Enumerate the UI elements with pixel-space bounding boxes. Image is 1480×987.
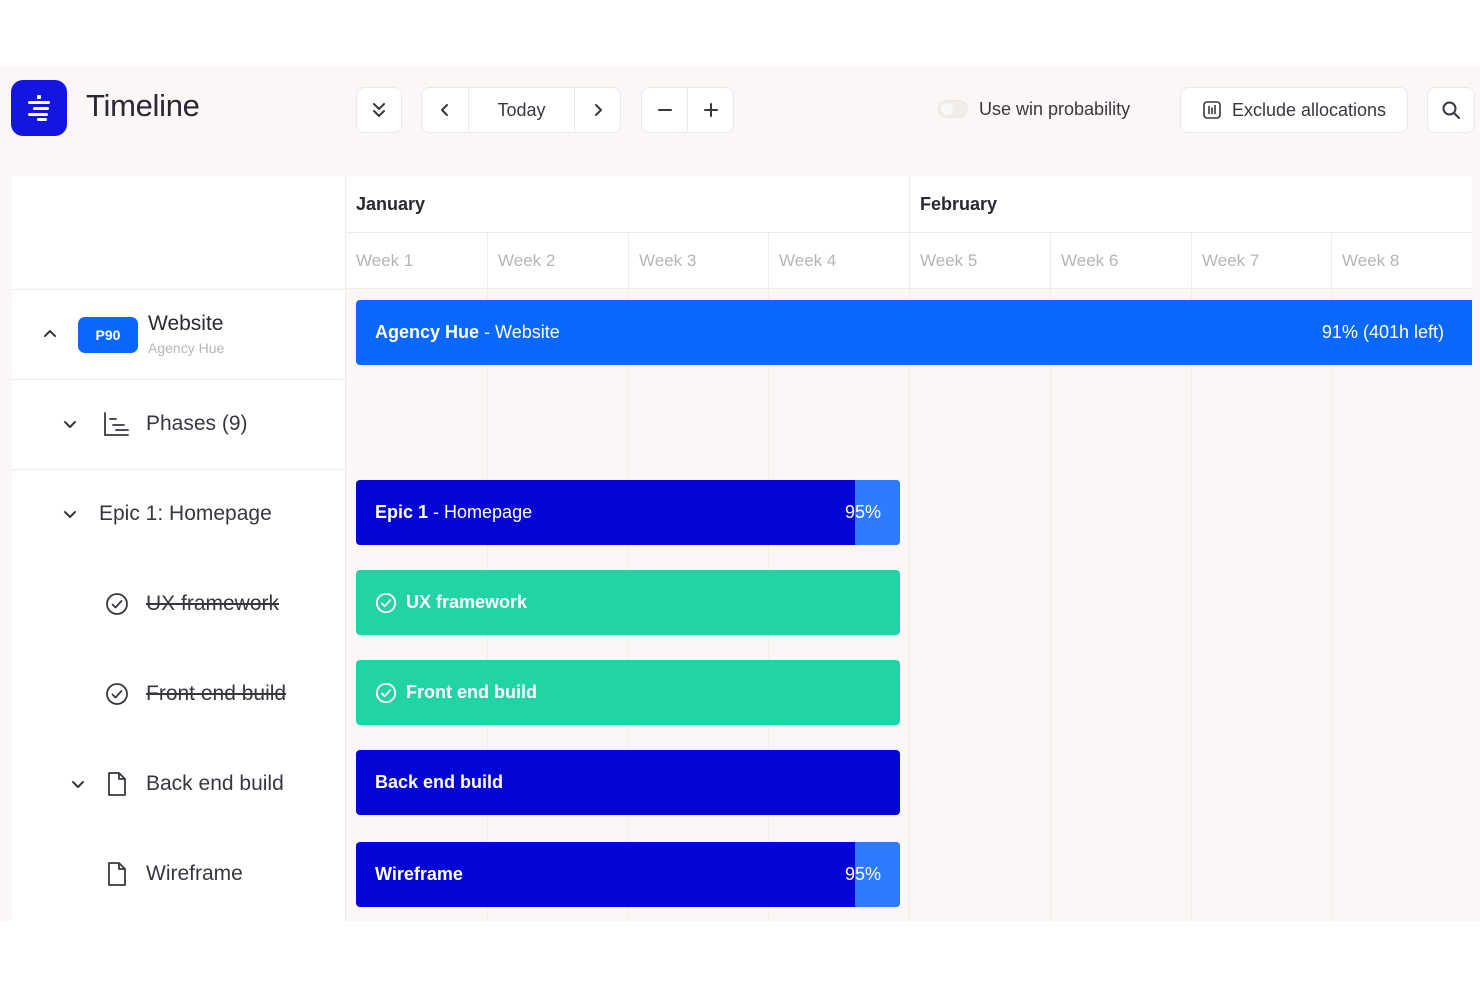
project-remaining: 91% (401h left) (1321, 322, 1444, 342)
task-label: Wireframe (146, 862, 243, 885)
week-label: Week 6 (1050, 233, 1191, 289)
task-label: Front end build (146, 682, 287, 705)
month-february: February (909, 176, 1472, 233)
epic-progress-percent: 95% (844, 502, 881, 522)
epic-label: Epic 1: Homepage (99, 502, 272, 525)
bar-chart-icon (1202, 100, 1222, 120)
back-end-build-bar[interactable]: Back end build (356, 750, 900, 815)
bar-separator: - (479, 322, 496, 342)
task-row[interactable]: UX framework (12, 559, 346, 649)
bar-label: UX framework (406, 592, 528, 612)
week-label: Week 7 (1191, 233, 1332, 289)
today-label: Today (497, 99, 546, 120)
bar-label: Back end build (375, 772, 504, 792)
bar-epic: Epic 1 (375, 502, 429, 522)
zoom-out-button[interactable] (642, 88, 687, 132)
chevron-down-icon[interactable] (60, 504, 80, 524)
tree-panel: P90 Website Agency Hue Phases (9) Epic 1… (12, 176, 346, 921)
wireframe-bar[interactable]: Wireframe 95% (356, 842, 900, 907)
zoom-controls (641, 87, 734, 133)
week-label: Week 3 (628, 233, 769, 289)
exclude-allocations-button[interactable]: Exclude allocations (1180, 87, 1408, 133)
grid-line (1050, 289, 1051, 921)
front-end-build-bar[interactable]: Front end build (356, 660, 900, 725)
epic-bar[interactable]: Epic 1 - Homepage 95% (356, 480, 900, 545)
chevron-down-icon[interactable] (68, 774, 88, 794)
week-header: Week 1 Week 2 Week 3 Week 4 Week 5 Week … (346, 233, 1472, 289)
week-label: Week 8 (1331, 233, 1472, 289)
document-icon (106, 861, 128, 887)
next-button[interactable] (574, 88, 620, 132)
bar-project: Website (495, 322, 560, 342)
ux-framework-bar[interactable]: UX framework (356, 570, 900, 635)
phases-label: Phases (9) (146, 412, 248, 435)
project-client: Agency Hue (148, 340, 225, 356)
bar-label: Wireframe (375, 864, 463, 884)
task-row[interactable]: Back end build (12, 739, 346, 829)
project-code-badge: P90 (78, 317, 138, 353)
week-label: Week 1 (356, 251, 414, 270)
search-button[interactable] (1427, 87, 1475, 133)
bar-separator: - (428, 502, 445, 522)
chevron-up-icon[interactable] (40, 324, 60, 344)
zoom-in-button[interactable] (687, 88, 733, 132)
week-label: Week 2 (487, 233, 628, 289)
week-label: Week 4 (768, 233, 909, 289)
double-chevron-down-icon (370, 101, 388, 119)
bar-epic-name: Homepage (444, 502, 533, 522)
task-row[interactable]: Front end build (12, 649, 346, 739)
bar-label: Front end build (406, 682, 537, 702)
week-label: Week 5 (909, 233, 1050, 289)
month-january: January (356, 194, 426, 214)
timeline-grid: January February Week 1 Week 2 Week 3 We… (346, 176, 1472, 921)
check-circle-icon (375, 682, 397, 704)
epic-row[interactable]: Epic 1: Homepage (12, 469, 346, 559)
exclude-allocations-label: Exclude allocations (1231, 99, 1387, 120)
plus-icon (703, 102, 719, 118)
bar-client: Agency Hue (375, 322, 480, 342)
timeline-app: Timeline Today Use win probability Exclu… (0, 66, 1480, 921)
chevron-down-icon[interactable] (60, 414, 80, 434)
chevron-right-icon (590, 102, 606, 118)
phases-row[interactable]: Phases (9) (12, 379, 346, 469)
collapse-all-button[interactable] (356, 87, 402, 133)
task-label: Back end build (146, 772, 284, 795)
phases-icon (102, 410, 130, 438)
check-circle-icon (375, 592, 397, 614)
grid-line (1191, 289, 1192, 921)
project-row[interactable]: P90 Website Agency Hue (12, 289, 346, 379)
date-navigation: Today (421, 87, 621, 133)
win-probability-label: Use win probability (979, 99, 1131, 119)
task-row[interactable]: Wireframe (12, 829, 346, 919)
document-icon (106, 771, 128, 797)
project-bar[interactable]: Agency Hue - Website 91% (401h left) (356, 300, 1472, 365)
check-circle-icon[interactable] (105, 682, 129, 706)
wireframe-progress-percent: 95% (844, 864, 881, 884)
previous-button[interactable] (422, 88, 468, 132)
today-button[interactable]: Today (467, 88, 575, 132)
search-icon (1441, 100, 1461, 120)
check-circle-icon[interactable] (105, 592, 129, 616)
chevron-left-icon (437, 102, 453, 118)
grid-line (909, 289, 910, 921)
win-probability-toggle[interactable] (938, 100, 968, 118)
page-title: Timeline (86, 88, 200, 123)
app-logo-icon[interactable] (11, 80, 67, 136)
minus-icon (657, 102, 673, 118)
grid-line (1331, 289, 1332, 921)
task-label: UX framework (146, 592, 280, 615)
month-header: January February (346, 176, 1472, 233)
project-name: Website (148, 312, 224, 335)
